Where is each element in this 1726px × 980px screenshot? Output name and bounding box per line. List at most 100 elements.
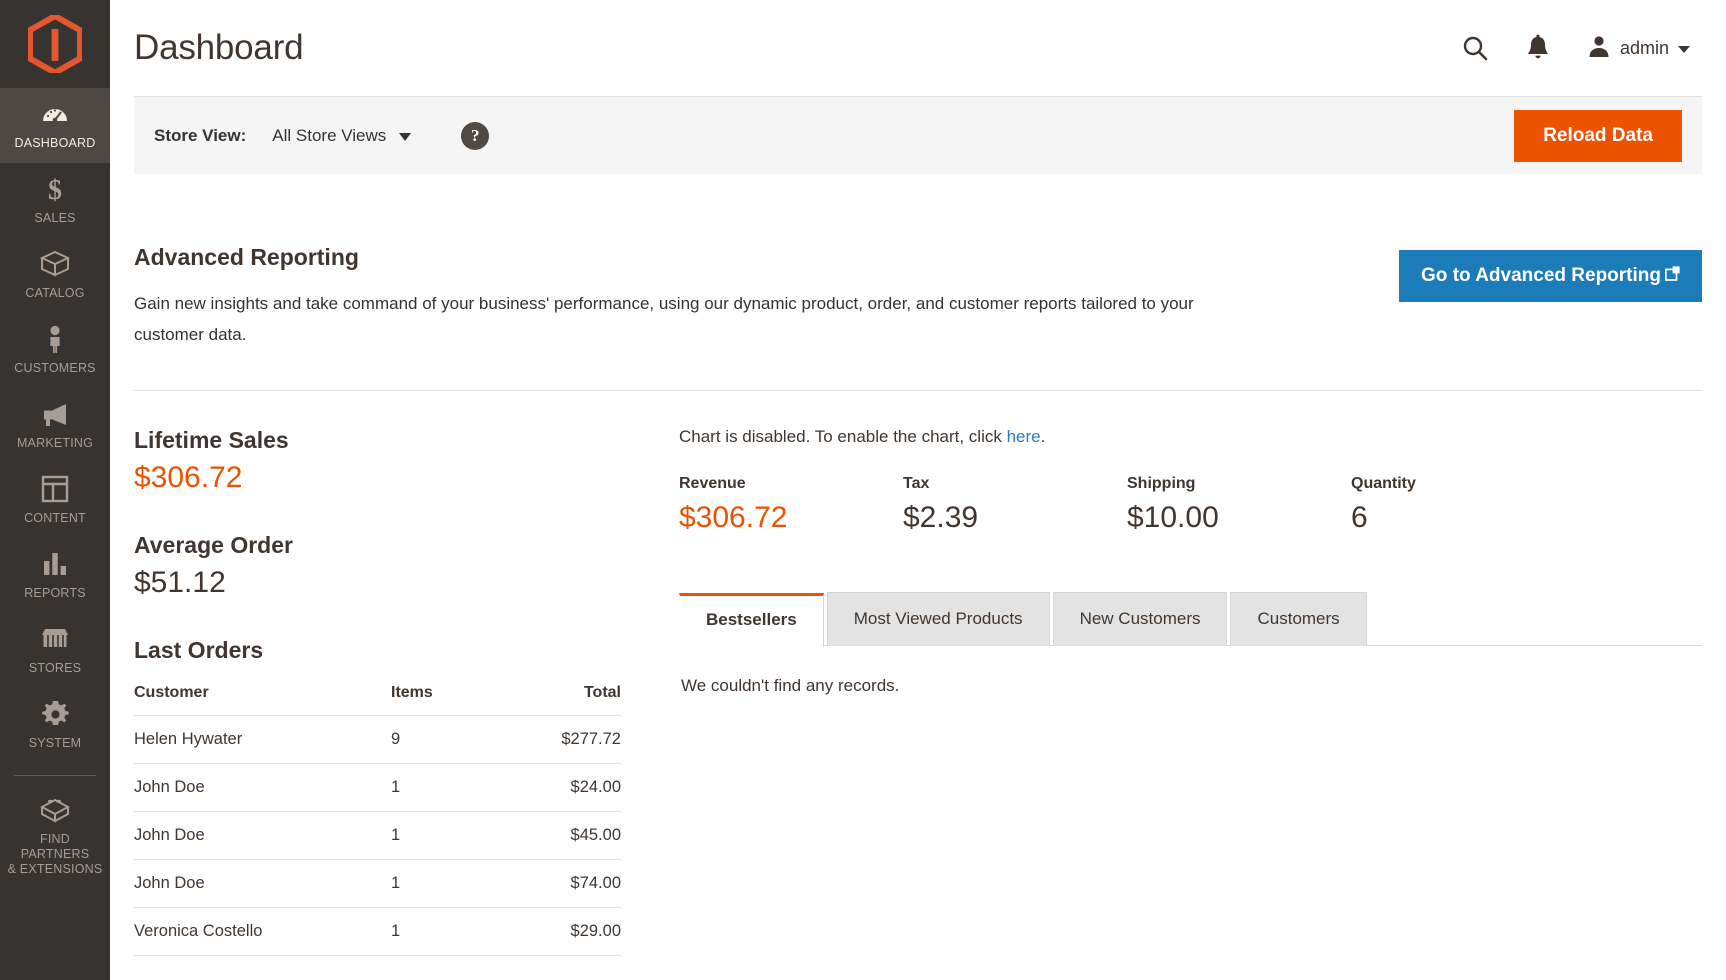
box-icon <box>40 249 70 279</box>
bell-icon[interactable] <box>1521 30 1555 66</box>
external-link-icon <box>1665 265 1680 287</box>
page-title: Dashboard <box>134 28 303 68</box>
tab-bestsellers[interactable]: Bestsellers <box>679 593 824 647</box>
last-orders-title: Last Orders <box>134 637 621 664</box>
tab-customers[interactable]: Customers <box>1230 592 1366 646</box>
gauge-icon <box>40 99 70 129</box>
bar-chart-icon <box>41 549 69 579</box>
total-revenue: Revenue$306.72 <box>679 475 903 535</box>
average-order-block: Average Order $51.12 <box>134 532 621 600</box>
sidebar-item-stores[interactable]: Stores <box>0 613 110 688</box>
last-orders-table: Customer Items Total Helen Hywater9$277.… <box>134 678 621 956</box>
store-view-bar: Store View: All Store Views ? Reload Dat… <box>134 96 1702 174</box>
dashboard-body: Lifetime Sales $306.72 Average Order $51… <box>134 391 1702 956</box>
average-order-label: Average Order <box>134 532 621 559</box>
cell-total: $29.00 <box>511 908 621 956</box>
store-view-label: Store View: <box>154 126 246 146</box>
store-view-select[interactable]: All Store Views <box>272 126 411 146</box>
chevron-down-icon <box>1678 46 1690 53</box>
sidebar-item-catalog[interactable]: Catalog <box>0 238 110 313</box>
storefront-icon <box>40 624 70 654</box>
sidebar-item-sales[interactable]: $ Sales <box>0 163 110 238</box>
lifetime-sales-block: Lifetime Sales $306.72 <box>134 427 621 495</box>
magento-logo-icon[interactable] <box>0 0 110 88</box>
table-row[interactable]: John Doe1$74.00 <box>134 860 621 908</box>
sidebar-item-label: Find Partners & Extensions <box>4 832 106 877</box>
cell-items: 1 <box>391 764 511 812</box>
column-header-total: Total <box>511 678 621 716</box>
sidebar-item-label: Reports <box>24 586 86 601</box>
search-icon[interactable] <box>1457 30 1493 66</box>
chart-disabled-suffix: . <box>1041 427 1046 446</box>
total-quantity: Quantity6 <box>1351 475 1575 535</box>
sidebar-item-content[interactable]: Content <box>0 463 110 538</box>
sidebar-item-label: Content <box>24 511 86 526</box>
cell-total: $45.00 <box>511 812 621 860</box>
sidebar-item-label: Sales <box>34 211 75 226</box>
dashboard-tabs: Bestsellers Most Viewed Products New Custo… <box>679 591 1702 646</box>
tab-label: New Customers <box>1080 609 1201 628</box>
cell-customer: Helen Hywater <box>134 716 391 764</box>
chart-disabled-message: Chart is disabled. To enable the chart, … <box>679 427 1702 447</box>
sidebar-item-label: Dashboard <box>15 136 96 151</box>
sidebar-item-system[interactable]: System <box>0 688 110 763</box>
table-header-row: Customer Items Total <box>134 678 621 716</box>
column-header-items: Items <box>391 678 511 716</box>
tab-panel: We couldn't find any records. <box>679 646 1702 696</box>
tab-label: Bestsellers <box>706 610 797 629</box>
sidebar-item-label: Stores <box>29 661 81 676</box>
main-content: Dashboard <box>110 0 1726 980</box>
total-tax: Tax$2.39 <box>903 475 1127 535</box>
advanced-reporting-title: Advanced Reporting <box>134 244 1209 271</box>
last-orders-body: Helen Hywater9$277.72John Doe1$24.00John… <box>134 716 621 956</box>
store-view-selected-value: All Store Views <box>272 126 386 146</box>
sidebar-item-customers[interactable]: Customers <box>0 313 110 388</box>
sidebar-item-marketing[interactable]: Marketing <box>0 388 110 463</box>
cell-total: $24.00 <box>511 764 621 812</box>
sidebar-item-label: Catalog <box>25 286 84 301</box>
enable-chart-link[interactable]: here <box>1007 427 1041 446</box>
sidebar-nav-list: Dashboard $ Sales Catalog Customers Marketing… <box>0 88 110 889</box>
empty-records-message: We couldn't find any records. <box>681 676 1702 696</box>
sidebar-divider <box>14 775 96 776</box>
tab-label: Most Viewed Products <box>854 609 1023 628</box>
admin-app: Dashboard $ Sales Catalog Customers Marketing… <box>0 0 1726 980</box>
average-order-value: $51.12 <box>134 566 621 600</box>
sidebar-item-dashboard[interactable]: Dashboard <box>0 88 110 163</box>
column-header-customer: Customer <box>134 678 391 716</box>
sidebar-item-label: Customers <box>14 361 95 376</box>
total-revenue-value: $306.72 <box>679 501 903 535</box>
dashboard-left-column: Lifetime Sales $306.72 Average Order $51… <box>134 427 621 956</box>
tab-new-customers[interactable]: New Customers <box>1053 592 1228 646</box>
reload-data-button[interactable]: Reload Data <box>1514 110 1682 162</box>
advanced-reporting-description: Gain new insights and take command of yo… <box>134 288 1209 350</box>
cell-customer: Veronica Costello <box>134 908 391 956</box>
page-header: Dashboard <box>110 0 1726 96</box>
advanced-reporting-section: Advanced Reporting Gain new insights and… <box>134 200 1702 391</box>
svg-text:$: $ <box>48 175 62 204</box>
table-row[interactable]: Helen Hywater9$277.72 <box>134 716 621 764</box>
advanced-reporting-text: Advanced Reporting Gain new insights and… <box>134 244 1209 350</box>
person-icon <box>40 324 70 354</box>
gear-icon <box>41 699 70 729</box>
main-sidebar: Dashboard $ Sales Catalog Customers Marketing… <box>0 0 110 980</box>
admin-menu[interactable]: admin <box>1583 34 1690 63</box>
cell-customer: John Doe <box>134 764 391 812</box>
total-tax-value: $2.39 <box>903 501 1127 535</box>
lifetime-sales-label: Lifetime Sales <box>134 427 621 454</box>
totals-row: Revenue$306.72Tax$2.39Shipping$10.00Quan… <box>679 475 1702 535</box>
question-mark-icon[interactable]: ? <box>461 122 489 150</box>
tab-label: Customers <box>1257 609 1339 628</box>
tab-most-viewed-products[interactable]: Most Viewed Products <box>827 592 1050 646</box>
cell-total: $74.00 <box>511 860 621 908</box>
table-row[interactable]: Veronica Costello1$29.00 <box>134 908 621 956</box>
brick-icon <box>40 795 70 825</box>
cell-total: $277.72 <box>511 716 621 764</box>
sidebar-item-label: Marketing <box>17 436 93 451</box>
table-row[interactable]: John Doe1$45.00 <box>134 812 621 860</box>
sidebar-item-find-partners-extensions[interactable]: Find Partners & Extensions <box>0 784 110 889</box>
sidebar-item-reports[interactable]: Reports <box>0 538 110 613</box>
table-row[interactable]: John Doe1$24.00 <box>134 764 621 812</box>
user-avatar-icon <box>1587 34 1611 63</box>
go-to-advanced-reporting-button[interactable]: Go to Advanced Reporting <box>1399 250 1702 302</box>
